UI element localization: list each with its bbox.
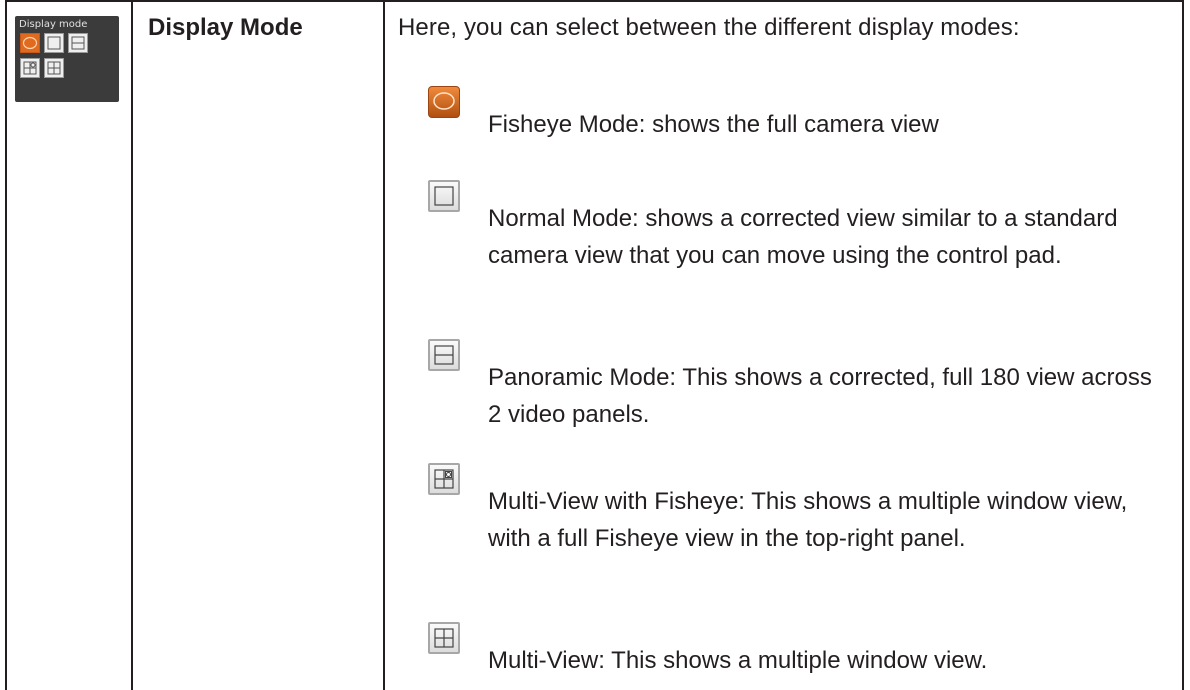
fisheye-icon bbox=[20, 33, 40, 53]
mode-item-panoramic: Panoramic Mode: This shows a corrected, … bbox=[420, 339, 1180, 434]
display-mode-panel-thumbnail: Display mode bbox=[15, 16, 119, 102]
multi-view-icon bbox=[428, 622, 460, 654]
normal-view-icon bbox=[428, 180, 460, 212]
normal-view-icon bbox=[44, 33, 64, 53]
mode-description: Fisheye Mode: shows the full camera view bbox=[488, 111, 939, 138]
mode-description: Multi-View with Fisheye: This shows a mu… bbox=[488, 488, 1128, 552]
multi-view-icon bbox=[44, 58, 64, 78]
mode-description: Panoramic Mode: This shows a corrected, … bbox=[488, 364, 1152, 428]
mode-item-fisheye: Fisheye Mode: shows the full camera view bbox=[420, 86, 1180, 146]
panoramic-view-icon bbox=[68, 33, 88, 53]
intro-text: Here, you can select between the differe… bbox=[398, 14, 1020, 41]
section-heading: Display Mode bbox=[148, 14, 303, 41]
mode-description: Normal Mode: shows a corrected view simi… bbox=[488, 205, 1118, 269]
mode-description: Multi-View: This shows a multiple window… bbox=[488, 647, 988, 674]
multi-view-fisheye-icon bbox=[428, 463, 460, 495]
thumbnail-title: Display mode bbox=[19, 19, 88, 30]
fisheye-icon bbox=[428, 86, 460, 118]
column-divider bbox=[383, 0, 385, 690]
mode-item-multi-view: Multi-View: This shows a multiple window… bbox=[420, 622, 1180, 682]
mode-item-normal: Normal Mode: shows a corrected view simi… bbox=[420, 180, 1180, 310]
panoramic-view-icon bbox=[428, 339, 460, 371]
column-divider bbox=[131, 0, 133, 690]
mode-item-multi-view-fisheye: Multi-View with Fisheye: This shows a mu… bbox=[420, 463, 1180, 598]
multi-view-fisheye-icon bbox=[20, 58, 40, 78]
